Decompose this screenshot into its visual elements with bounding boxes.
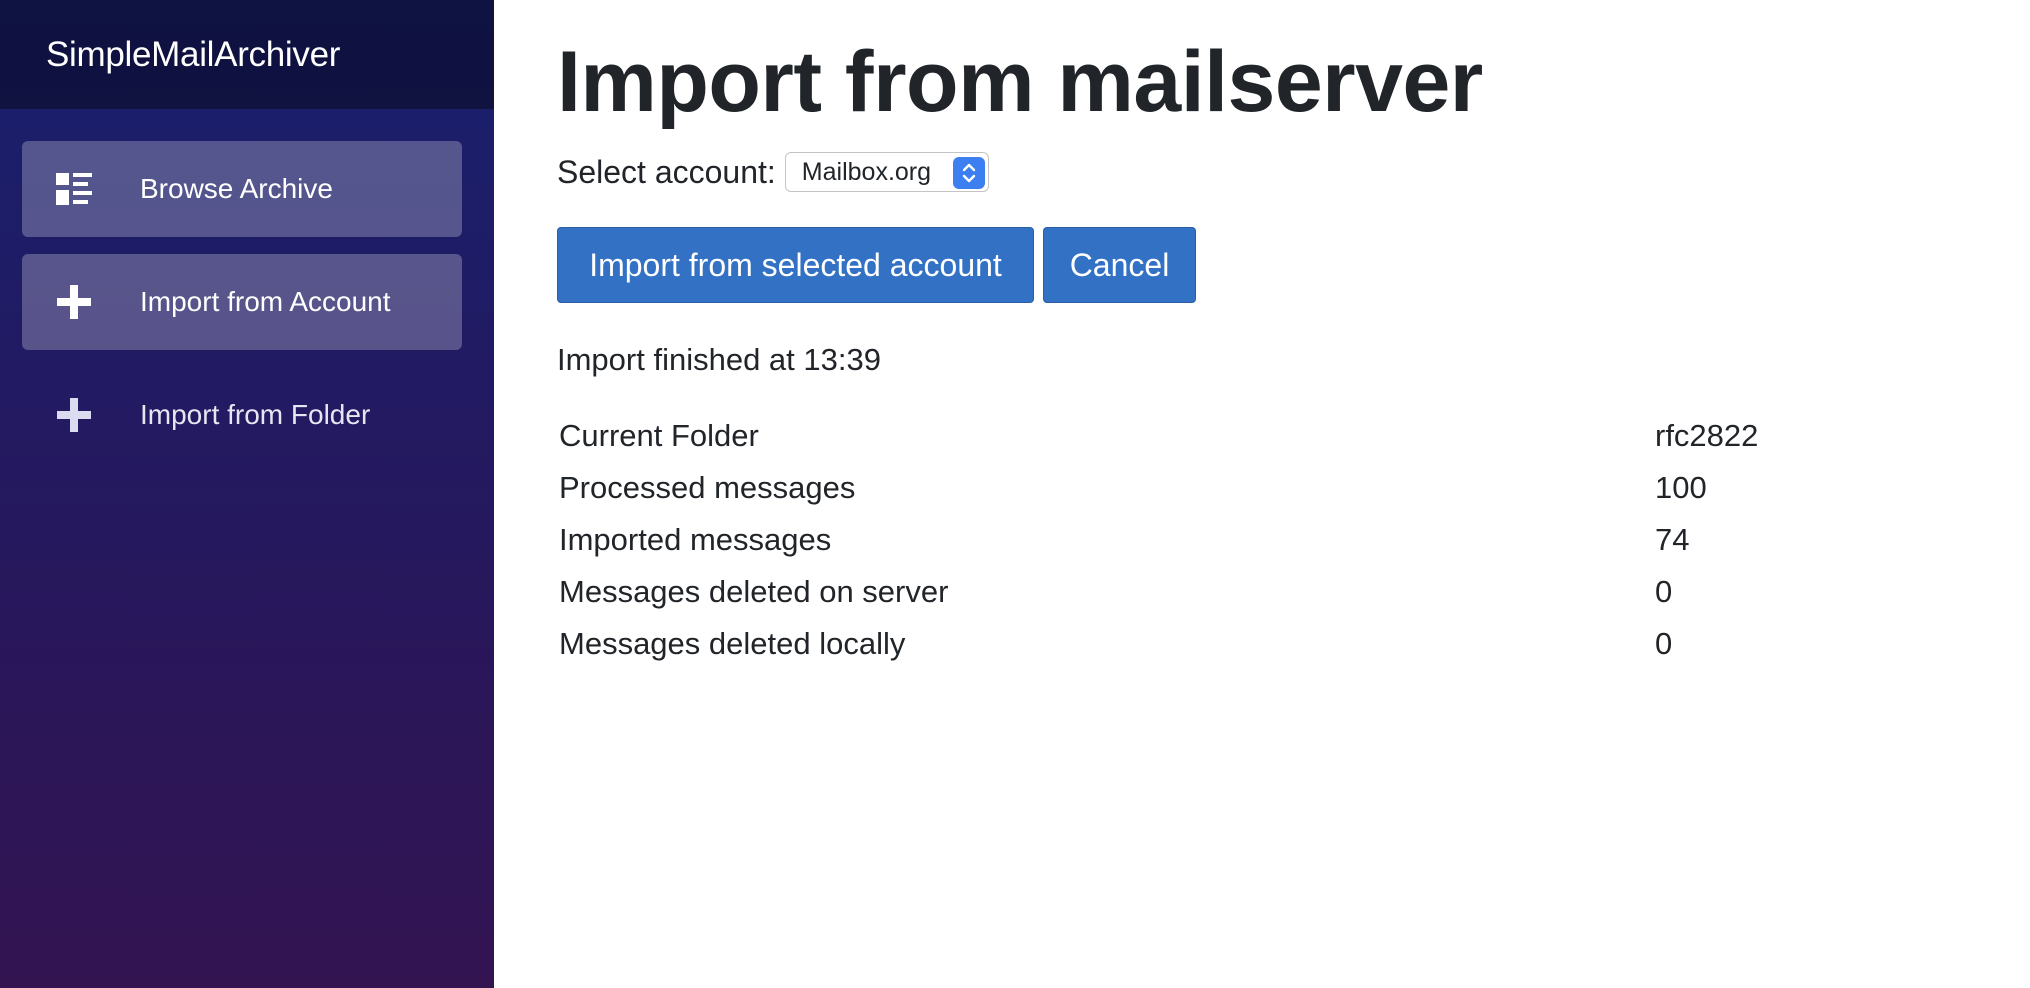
app-brand[interactable]: SimpleMailArchiver — [46, 35, 340, 75]
app-root: SimpleMailArchiver Browse Archive Import… — [0, 0, 2030, 988]
brand-bar: SimpleMailArchiver — [0, 0, 494, 109]
sidebar-item-label: Browse Archive — [140, 173, 333, 204]
stat-value: 100 — [1655, 470, 1707, 505]
stat-label: Current Folder — [559, 418, 759, 453]
stat-value: 0 — [1655, 574, 1673, 609]
stat-value: 74 — [1655, 522, 1690, 557]
import-status: Import finished at 13:39 — [557, 342, 881, 377]
chevron-updown-icon — [952, 157, 985, 189]
stat-label: Imported messages — [559, 522, 832, 557]
sidebar-nav: Browse Archive Import from Account Impor… — [22, 141, 462, 480]
account-selector-row: Select account: Mailbox.org — [557, 150, 1997, 194]
stat-label: Processed messages — [559, 470, 856, 505]
main-content: Import from mailserver Select account: M… — [557, 0, 1997, 670]
cancel-button[interactable]: Cancel — [1043, 227, 1196, 303]
account-select-value: Mailbox.org — [801, 157, 932, 186]
sidebar-item-import-from-account[interactable]: Import from Account — [22, 254, 462, 350]
sidebar-item-import-from-folder[interactable]: Import from Folder — [22, 367, 462, 463]
stat-value: 0 — [1655, 626, 1673, 661]
sidebar-item-label: Import from Account — [140, 286, 391, 317]
account-label: Select account: — [557, 153, 776, 190]
view-list-icon — [52, 167, 96, 211]
plus-icon — [52, 280, 96, 324]
table-row: Processed messages 100 — [557, 462, 1797, 514]
action-buttons: Import from selected account Cancel — [557, 227, 1997, 303]
table-row: Current Folder rfc2822 — [557, 410, 1797, 462]
table-row: Messages deleted locally 0 — [557, 618, 1797, 670]
table-row: Imported messages 74 — [557, 514, 1797, 566]
account-select[interactable]: Mailbox.org — [784, 152, 989, 192]
sidebar-item-browse-archive[interactable]: Browse Archive — [22, 141, 462, 237]
sidebar: SimpleMailArchiver Browse Archive Import… — [0, 0, 494, 988]
import-stats-table: Current Folder rfc2822 Processed message… — [557, 410, 1797, 670]
stat-value: rfc2822 — [1655, 418, 1759, 453]
page-title: Import from mailserver — [557, 34, 1483, 130]
plus-icon — [52, 393, 96, 437]
table-row: Messages deleted on server 0 — [557, 566, 1797, 618]
stat-label: Messages deleted locally — [559, 626, 906, 661]
sidebar-item-label: Import from Folder — [140, 399, 371, 430]
stat-label: Messages deleted on server — [559, 574, 949, 609]
import-from-selected-account-button[interactable]: Import from selected account — [557, 227, 1034, 303]
